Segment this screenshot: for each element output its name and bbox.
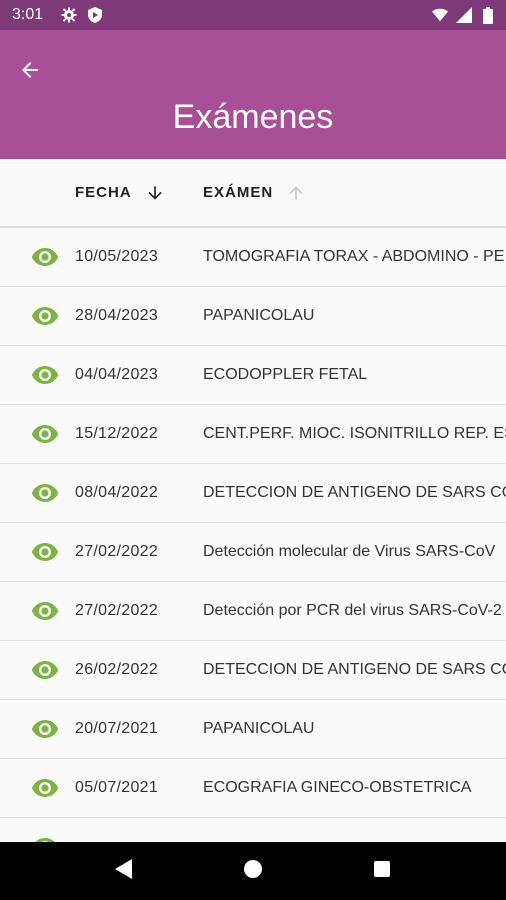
row-date: 10/05/2023	[75, 248, 159, 265]
row-exam-name: ECOGRAFIA GINECO-OBSTETRICA	[203, 779, 472, 796]
table-row[interactable]: 20/07/2021 PAPANICOLAU	[0, 700, 506, 759]
system-nav-bar	[0, 842, 506, 900]
column-label-examen: EXÁMEN	[203, 184, 274, 201]
table-row[interactable]: 27/02/2022 Detección molecular de Virus S…	[0, 523, 506, 582]
eye-icon[interactable]	[30, 835, 60, 842]
gear-icon	[61, 7, 77, 23]
row-date: 08/04/2022	[75, 484, 159, 501]
row-exam-name: DETECCION DE ANTIGENO DE SARS CO	[203, 484, 506, 501]
wifi-icon	[432, 7, 448, 23]
row-date: 27/02/2022	[75, 543, 159, 560]
eye-icon[interactable]	[30, 658, 60, 682]
table-row[interactable]: 26/02/2022 DETECCION DE ANTIGENO DE SARS …	[0, 641, 506, 700]
row-date: 26/02/2022	[75, 661, 159, 678]
eye-icon[interactable]	[30, 245, 60, 269]
eye-icon[interactable]	[30, 540, 60, 564]
table-row[interactable]: 15/12/2022 CENT.PERF. MIOC. ISONITRILLO R…	[0, 405, 506, 464]
row-date: 28/04/2023	[75, 307, 159, 324]
back-triangle-icon	[114, 858, 134, 885]
status-bar: 3:01	[0, 0, 506, 30]
arrow-up-icon	[285, 182, 307, 204]
arrow-down-icon	[144, 182, 166, 204]
eye-icon[interactable]	[30, 422, 60, 446]
battery-icon	[480, 6, 496, 24]
nav-recents-button[interactable]	[364, 853, 400, 889]
table-row[interactable]: 10/05/2023 TOMOGRAFIA TORAX - ABDOMINO - …	[0, 228, 506, 287]
back-button[interactable]	[12, 54, 48, 90]
column-header-fecha[interactable]: FECHA	[75, 159, 166, 226]
row-exam-name: PAPANICOLAU	[203, 307, 315, 324]
table-row[interactable]: 27/02/2022 Detección por PCR del virus SA…	[0, 582, 506, 641]
row-exam-name: ECODOPPLER FETAL	[203, 366, 368, 383]
status-time: 3:01	[12, 6, 44, 23]
table-row[interactable]: 04/04/2023 ECODOPPLER FETAL	[0, 346, 506, 405]
signal-icon	[456, 7, 472, 23]
page-title: Exámenes	[172, 98, 334, 136]
table-row[interactable]	[0, 818, 506, 842]
row-exam-name: Detección molecular de Virus SARS-CoV	[203, 543, 496, 560]
home-circle-icon	[243, 859, 263, 884]
eye-icon[interactable]	[30, 481, 60, 505]
eye-icon[interactable]	[30, 776, 60, 800]
column-header-examen[interactable]: EXÁMEN	[203, 159, 307, 226]
row-date: 15/12/2022	[75, 425, 159, 442]
eye-icon[interactable]	[30, 363, 60, 387]
nav-back-button[interactable]	[106, 853, 142, 889]
eye-icon[interactable]	[30, 717, 60, 741]
arrow-left-icon	[18, 58, 42, 87]
row-date: 27/02/2022	[75, 602, 159, 619]
nav-home-button[interactable]	[235, 853, 271, 889]
row-exam-name: CENT.PERF. MIOC. ISONITRILLO REP. ES	[203, 425, 506, 442]
column-label-fecha: FECHA	[75, 184, 132, 201]
shield-play-icon	[87, 7, 103, 23]
eye-icon[interactable]	[30, 599, 60, 623]
table-row[interactable]: 08/04/2022 DETECCION DE ANTIGENO DE SARS …	[0, 464, 506, 523]
table-row[interactable]: 05/07/2021 ECOGRAFIA GINECO-OBSTETRICA	[0, 759, 506, 818]
recents-square-icon	[373, 860, 391, 883]
row-date: 20/07/2021	[75, 720, 159, 737]
eye-icon[interactable]	[30, 304, 60, 328]
exam-list[interactable]: FECHA EXÁMEN 10/05/2023 TOMOGRAFIA TORAX …	[0, 159, 506, 842]
row-exam-name: Detección por PCR del virus SARS-CoV-2	[203, 602, 502, 619]
app-bar: Exámenes	[0, 30, 506, 159]
row-date: 05/07/2021	[75, 779, 159, 796]
table-row[interactable]: 28/04/2023 PAPANICOLAU	[0, 287, 506, 346]
row-date: 04/04/2023	[75, 366, 159, 383]
table-header: FECHA EXÁMEN	[0, 159, 506, 228]
row-exam-name	[203, 818, 506, 842]
table-body: 10/05/2023 TOMOGRAFIA TORAX - ABDOMINO - …	[0, 228, 506, 842]
row-exam-name: DETECCION DE ANTIGENO DE SARS CO	[203, 661, 506, 678]
row-exam-name: PAPANICOLAU	[203, 720, 315, 737]
row-exam-name: TOMOGRAFIA TORAX - ABDOMINO - PE	[203, 248, 505, 265]
